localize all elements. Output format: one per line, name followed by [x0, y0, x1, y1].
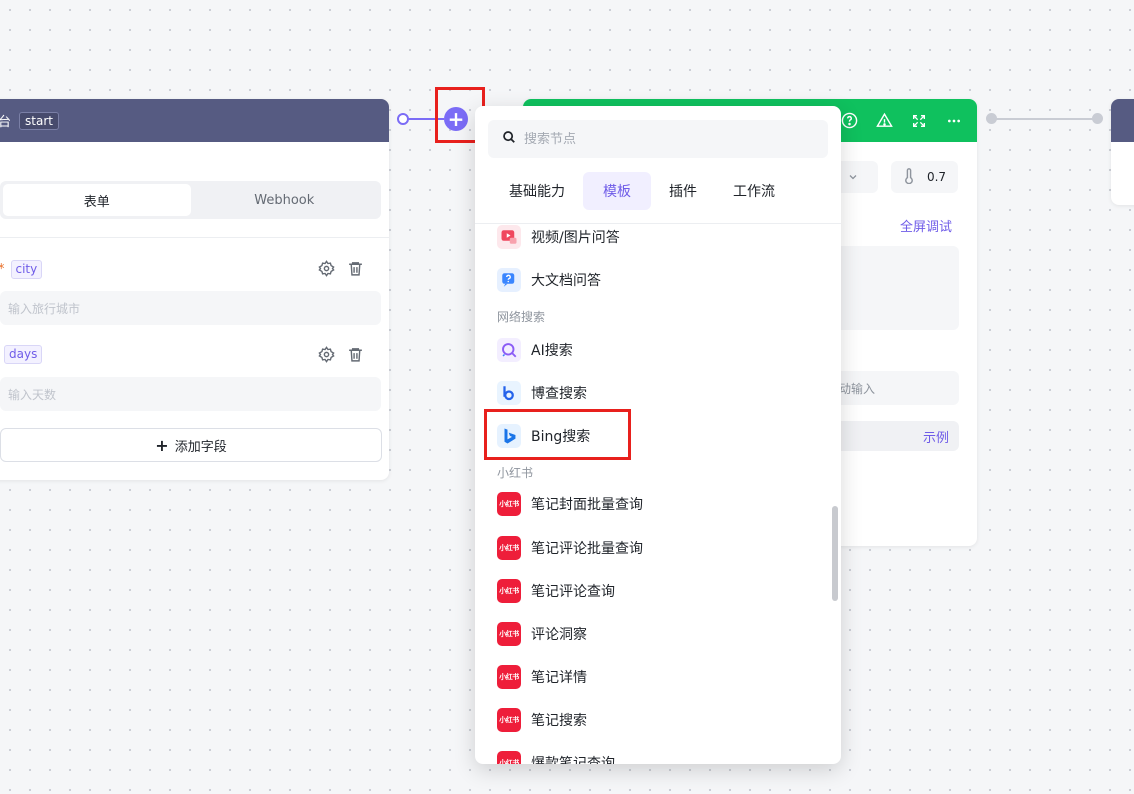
xiaohongshu-logo-icon: 小红书: [497, 536, 521, 560]
start-node-header[interactable]: 台 start: [0, 99, 389, 142]
tab-workflows[interactable]: 工作流: [719, 172, 789, 210]
next-node[interactable]: [1111, 99, 1134, 205]
document-question-icon: [497, 268, 521, 292]
list-item-label: 博查搜索: [531, 386, 587, 402]
tab-plugins[interactable]: 插件: [655, 172, 711, 210]
example-link[interactable]: 示例: [923, 427, 949, 446]
tab-webhook[interactable]: Webhook: [191, 184, 379, 216]
prompt-textarea[interactable]: [823, 246, 959, 330]
start-node[interactable]: 台 start 表单 Webhook * city 输入旅行城市 days 输入…: [0, 99, 389, 480]
list-item-xhs[interactable]: 小红书 笔记评论查询: [497, 577, 615, 605]
output-port[interactable]: [986, 113, 997, 124]
list-item-label: 笔记评论批量查询: [531, 541, 643, 557]
list-item-video-qa[interactable]: 视频/图片问答: [497, 223, 620, 251]
list-item-xhs[interactable]: 小红书 笔记搜索: [497, 706, 587, 734]
search-input[interactable]: [524, 131, 804, 147]
thermometer-icon: [903, 167, 915, 187]
search-icon: [502, 130, 516, 148]
list-item-xhs[interactable]: 小红书 爆款笔记查询: [497, 749, 615, 764]
list-item-xhs[interactable]: 小红书 笔记封面批量查询: [497, 490, 643, 518]
example-row: 示例: [823, 421, 959, 451]
field-row-days: days: [0, 344, 43, 364]
output-port[interactable]: [397, 113, 409, 125]
plus-icon: +: [155, 435, 169, 455]
gear-icon[interactable]: [318, 346, 335, 367]
divider: [0, 237, 389, 238]
field-row-city: * city: [0, 259, 43, 279]
list-item-ai-search[interactable]: AI搜索: [497, 336, 573, 364]
input-port[interactable]: [1092, 113, 1103, 124]
list-item-bocha-search[interactable]: 博查搜索: [497, 379, 587, 407]
video-play-icon: [497, 225, 521, 249]
xiaohongshu-logo-icon: 小红书: [497, 492, 521, 516]
list-item-label: 爆款笔记查询: [531, 756, 615, 764]
search-box[interactable]: [488, 120, 828, 158]
trash-icon[interactable]: [347, 260, 364, 281]
help-icon[interactable]: [840, 112, 858, 130]
scrollbar-thumb[interactable]: [832, 506, 838, 601]
list-item-xhs[interactable]: 小红书 评论洞察: [497, 620, 587, 648]
trash-icon[interactable]: [347, 346, 364, 367]
list-item-label: 笔记详情: [531, 670, 587, 686]
required-mark: *: [0, 262, 5, 277]
field-actions-city: [318, 260, 364, 281]
auto-input-field[interactable]: 动输入: [823, 371, 959, 405]
list-item-label: 视频/图片问答: [531, 230, 620, 246]
list-item-xhs[interactable]: 小红书 笔记详情: [497, 663, 587, 691]
bocha-logo-icon: [497, 381, 521, 405]
tab-form[interactable]: 表单: [3, 184, 191, 216]
list-item-xhs[interactable]: 小红书 笔记评论批量查询: [497, 534, 643, 562]
days-input-placeholder: 输入天数: [8, 387, 57, 402]
add-field-button[interactable]: + 添加字段: [0, 428, 382, 462]
trigger-type-segment[interactable]: 表单 Webhook: [0, 181, 381, 219]
xiaohongshu-logo-icon: 小红书: [497, 708, 521, 732]
list-item-label: AI搜索: [531, 343, 573, 359]
temperature-control[interactable]: 0.7: [891, 161, 958, 193]
list-item-label: 笔记评论查询: [531, 584, 615, 600]
node-picker-tabs: 基础能力 模板 插件 工作流: [495, 171, 789, 211]
edge-line: [991, 118, 1097, 120]
ai-search-icon: [497, 338, 521, 362]
list-item-label: 笔记封面批量查询: [531, 497, 643, 513]
start-node-title: 台: [0, 115, 12, 130]
list-item-big-doc-qa[interactable]: 大文档问答: [497, 266, 601, 294]
gear-icon[interactable]: [318, 260, 335, 281]
days-input[interactable]: 输入天数: [0, 377, 381, 411]
field-name-tag: days: [4, 344, 43, 364]
warning-icon[interactable]: [875, 112, 893, 130]
chevron-down-icon: [847, 168, 859, 187]
temperature-value: 0.7: [926, 170, 947, 184]
city-input[interactable]: 输入旅行城市: [0, 291, 381, 325]
group-label-xiaohongshu: 小红书: [497, 466, 534, 480]
xiaohongshu-logo-icon: 小红书: [497, 751, 521, 764]
expand-icon[interactable]: [910, 112, 928, 130]
xiaohongshu-logo-icon: 小红书: [497, 622, 521, 646]
city-input-placeholder: 输入旅行城市: [8, 301, 81, 316]
group-label-web-search: 网络搜索: [497, 310, 546, 324]
xiaohongshu-logo-icon: 小红书: [497, 665, 521, 689]
list-item-label: 笔记搜索: [531, 713, 587, 729]
add-field-label: 添加字段: [174, 439, 227, 455]
tab-basic[interactable]: 基础能力: [495, 172, 579, 210]
auto-input-text: 动输入: [839, 381, 876, 396]
highlight-box-bing-search: [484, 409, 631, 460]
xiaohongshu-logo-icon: 小红书: [497, 579, 521, 603]
full-screen-debug-link[interactable]: 全屏调试: [900, 216, 952, 235]
more-icon[interactable]: [945, 112, 963, 130]
list-item-label: 评论洞察: [531, 627, 587, 643]
next-node-header: [1111, 99, 1134, 142]
tab-templates[interactable]: 模板: [583, 172, 651, 210]
start-node-tag: start: [19, 111, 59, 130]
field-name-tag: city: [10, 259, 43, 279]
list-item-label: 大文档问答: [531, 273, 601, 289]
field-actions-days: [318, 346, 364, 367]
